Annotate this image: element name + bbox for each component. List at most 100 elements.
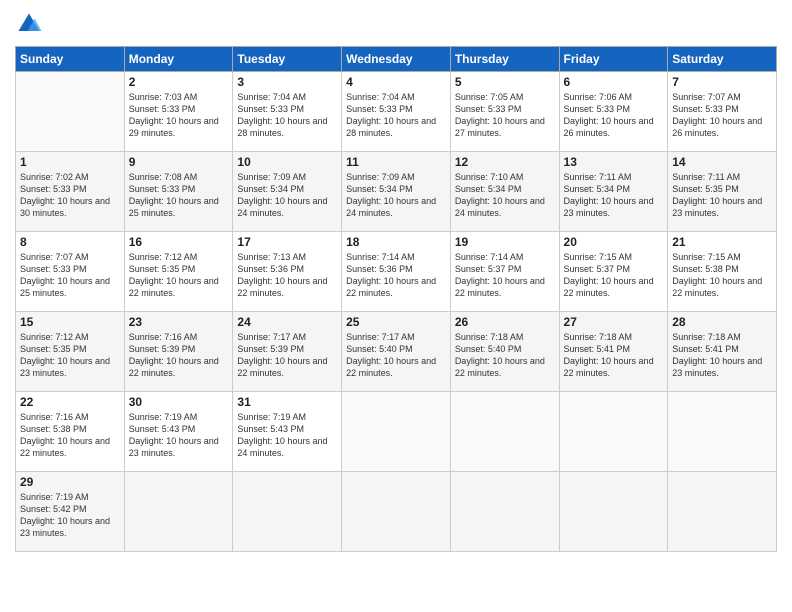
calendar-cell: 29 Sunrise: 7:19 AMSunset: 5:42 PMDaylig…: [16, 472, 125, 552]
day-number: 3: [237, 75, 337, 89]
calendar-cell: [559, 392, 668, 472]
col-header-monday: Monday: [124, 47, 233, 72]
calendar-cell: [16, 72, 125, 152]
day-number: 10: [237, 155, 337, 169]
day-detail: Sunrise: 7:04 AMSunset: 5:33 PMDaylight:…: [237, 92, 327, 138]
day-number: 20: [564, 235, 664, 249]
calendar-cell: 3 Sunrise: 7:04 AMSunset: 5:33 PMDayligh…: [233, 72, 342, 152]
calendar-cell: 2 Sunrise: 7:03 AMSunset: 5:33 PMDayligh…: [124, 72, 233, 152]
day-number: 27: [564, 315, 664, 329]
calendar-cell: 30 Sunrise: 7:19 AMSunset: 5:43 PMDaylig…: [124, 392, 233, 472]
calendar-cell: 14 Sunrise: 7:11 AMSunset: 5:35 PMDaylig…: [668, 152, 777, 232]
day-number: 4: [346, 75, 446, 89]
calendar-cell: [559, 472, 668, 552]
day-number: 19: [455, 235, 555, 249]
day-detail: Sunrise: 7:19 AMSunset: 5:42 PMDaylight:…: [20, 492, 110, 538]
day-number: 16: [129, 235, 229, 249]
calendar-cell: 4 Sunrise: 7:04 AMSunset: 5:33 PMDayligh…: [342, 72, 451, 152]
logo: [15, 10, 47, 38]
calendar-cell: 7 Sunrise: 7:07 AMSunset: 5:33 PMDayligh…: [668, 72, 777, 152]
calendar-cell: 24 Sunrise: 7:17 AMSunset: 5:39 PMDaylig…: [233, 312, 342, 392]
day-number: 11: [346, 155, 446, 169]
day-detail: Sunrise: 7:07 AMSunset: 5:33 PMDaylight:…: [672, 92, 762, 138]
day-number: 29: [20, 475, 120, 489]
day-number: 17: [237, 235, 337, 249]
day-detail: Sunrise: 7:05 AMSunset: 5:33 PMDaylight:…: [455, 92, 545, 138]
day-number: 30: [129, 395, 229, 409]
day-number: 22: [20, 395, 120, 409]
day-detail: Sunrise: 7:07 AMSunset: 5:33 PMDaylight:…: [20, 252, 110, 298]
day-number: 25: [346, 315, 446, 329]
day-detail: Sunrise: 7:12 AMSunset: 5:35 PMDaylight:…: [129, 252, 219, 298]
calendar-cell: [668, 392, 777, 472]
col-header-tuesday: Tuesday: [233, 47, 342, 72]
day-number: 24: [237, 315, 337, 329]
day-number: 2: [129, 75, 229, 89]
day-number: 23: [129, 315, 229, 329]
calendar-table: SundayMondayTuesdayWednesdayThursdayFrid…: [15, 46, 777, 552]
calendar-cell: 11 Sunrise: 7:09 AMSunset: 5:34 PMDaylig…: [342, 152, 451, 232]
calendar-cell: 13 Sunrise: 7:11 AMSunset: 5:34 PMDaylig…: [559, 152, 668, 232]
day-detail: Sunrise: 7:15 AMSunset: 5:37 PMDaylight:…: [564, 252, 654, 298]
calendar-cell: 21 Sunrise: 7:15 AMSunset: 5:38 PMDaylig…: [668, 232, 777, 312]
calendar-cell: [342, 392, 451, 472]
day-detail: Sunrise: 7:11 AMSunset: 5:35 PMDaylight:…: [672, 172, 762, 218]
calendar-cell: 10 Sunrise: 7:09 AMSunset: 5:34 PMDaylig…: [233, 152, 342, 232]
day-detail: Sunrise: 7:18 AMSunset: 5:41 PMDaylight:…: [672, 332, 762, 378]
day-number: 8: [20, 235, 120, 249]
calendar-cell: 12 Sunrise: 7:10 AMSunset: 5:34 PMDaylig…: [450, 152, 559, 232]
day-detail: Sunrise: 7:14 AMSunset: 5:37 PMDaylight:…: [455, 252, 545, 298]
calendar-cell: 27 Sunrise: 7:18 AMSunset: 5:41 PMDaylig…: [559, 312, 668, 392]
calendar-cell: 20 Sunrise: 7:15 AMSunset: 5:37 PMDaylig…: [559, 232, 668, 312]
day-detail: Sunrise: 7:17 AMSunset: 5:39 PMDaylight:…: [237, 332, 327, 378]
calendar-cell: 8 Sunrise: 7:07 AMSunset: 5:33 PMDayligh…: [16, 232, 125, 312]
calendar-cell: [124, 472, 233, 552]
day-detail: Sunrise: 7:08 AMSunset: 5:33 PMDaylight:…: [129, 172, 219, 218]
day-detail: Sunrise: 7:06 AMSunset: 5:33 PMDaylight:…: [564, 92, 654, 138]
day-number: 9: [129, 155, 229, 169]
day-number: 7: [672, 75, 772, 89]
day-number: 31: [237, 395, 337, 409]
day-number: 15: [20, 315, 120, 329]
day-detail: Sunrise: 7:16 AMSunset: 5:38 PMDaylight:…: [20, 412, 110, 458]
calendar-cell: 6 Sunrise: 7:06 AMSunset: 5:33 PMDayligh…: [559, 72, 668, 152]
day-detail: Sunrise: 7:14 AMSunset: 5:36 PMDaylight:…: [346, 252, 436, 298]
col-header-sunday: Sunday: [16, 47, 125, 72]
calendar-cell: 15 Sunrise: 7:12 AMSunset: 5:35 PMDaylig…: [16, 312, 125, 392]
day-number: 1: [20, 155, 120, 169]
day-detail: Sunrise: 7:16 AMSunset: 5:39 PMDaylight:…: [129, 332, 219, 378]
col-header-wednesday: Wednesday: [342, 47, 451, 72]
day-detail: Sunrise: 7:18 AMSunset: 5:41 PMDaylight:…: [564, 332, 654, 378]
day-detail: Sunrise: 7:13 AMSunset: 5:36 PMDaylight:…: [237, 252, 327, 298]
day-detail: Sunrise: 7:11 AMSunset: 5:34 PMDaylight:…: [564, 172, 654, 218]
day-detail: Sunrise: 7:19 AMSunset: 5:43 PMDaylight:…: [237, 412, 327, 458]
day-number: 12: [455, 155, 555, 169]
calendar-cell: [450, 392, 559, 472]
day-number: 5: [455, 75, 555, 89]
calendar-cell: 25 Sunrise: 7:17 AMSunset: 5:40 PMDaylig…: [342, 312, 451, 392]
calendar-cell: 19 Sunrise: 7:14 AMSunset: 5:37 PMDaylig…: [450, 232, 559, 312]
day-detail: Sunrise: 7:03 AMSunset: 5:33 PMDaylight:…: [129, 92, 219, 138]
day-detail: Sunrise: 7:19 AMSunset: 5:43 PMDaylight:…: [129, 412, 219, 458]
day-detail: Sunrise: 7:10 AMSunset: 5:34 PMDaylight:…: [455, 172, 545, 218]
day-detail: Sunrise: 7:18 AMSunset: 5:40 PMDaylight:…: [455, 332, 545, 378]
col-header-friday: Friday: [559, 47, 668, 72]
day-number: 14: [672, 155, 772, 169]
day-detail: Sunrise: 7:09 AMSunset: 5:34 PMDaylight:…: [237, 172, 327, 218]
col-header-saturday: Saturday: [668, 47, 777, 72]
calendar-cell: 5 Sunrise: 7:05 AMSunset: 5:33 PMDayligh…: [450, 72, 559, 152]
day-detail: Sunrise: 7:17 AMSunset: 5:40 PMDaylight:…: [346, 332, 436, 378]
calendar-cell: [450, 472, 559, 552]
day-number: 6: [564, 75, 664, 89]
calendar-cell: 18 Sunrise: 7:14 AMSunset: 5:36 PMDaylig…: [342, 232, 451, 312]
day-detail: Sunrise: 7:09 AMSunset: 5:34 PMDaylight:…: [346, 172, 436, 218]
day-detail: Sunrise: 7:04 AMSunset: 5:33 PMDaylight:…: [346, 92, 436, 138]
calendar-cell: 31 Sunrise: 7:19 AMSunset: 5:43 PMDaylig…: [233, 392, 342, 472]
calendar-cell: 17 Sunrise: 7:13 AMSunset: 5:36 PMDaylig…: [233, 232, 342, 312]
calendar-cell: [668, 472, 777, 552]
day-number: 18: [346, 235, 446, 249]
day-number: 21: [672, 235, 772, 249]
calendar-cell: 23 Sunrise: 7:16 AMSunset: 5:39 PMDaylig…: [124, 312, 233, 392]
col-header-thursday: Thursday: [450, 47, 559, 72]
calendar-cell: [342, 472, 451, 552]
